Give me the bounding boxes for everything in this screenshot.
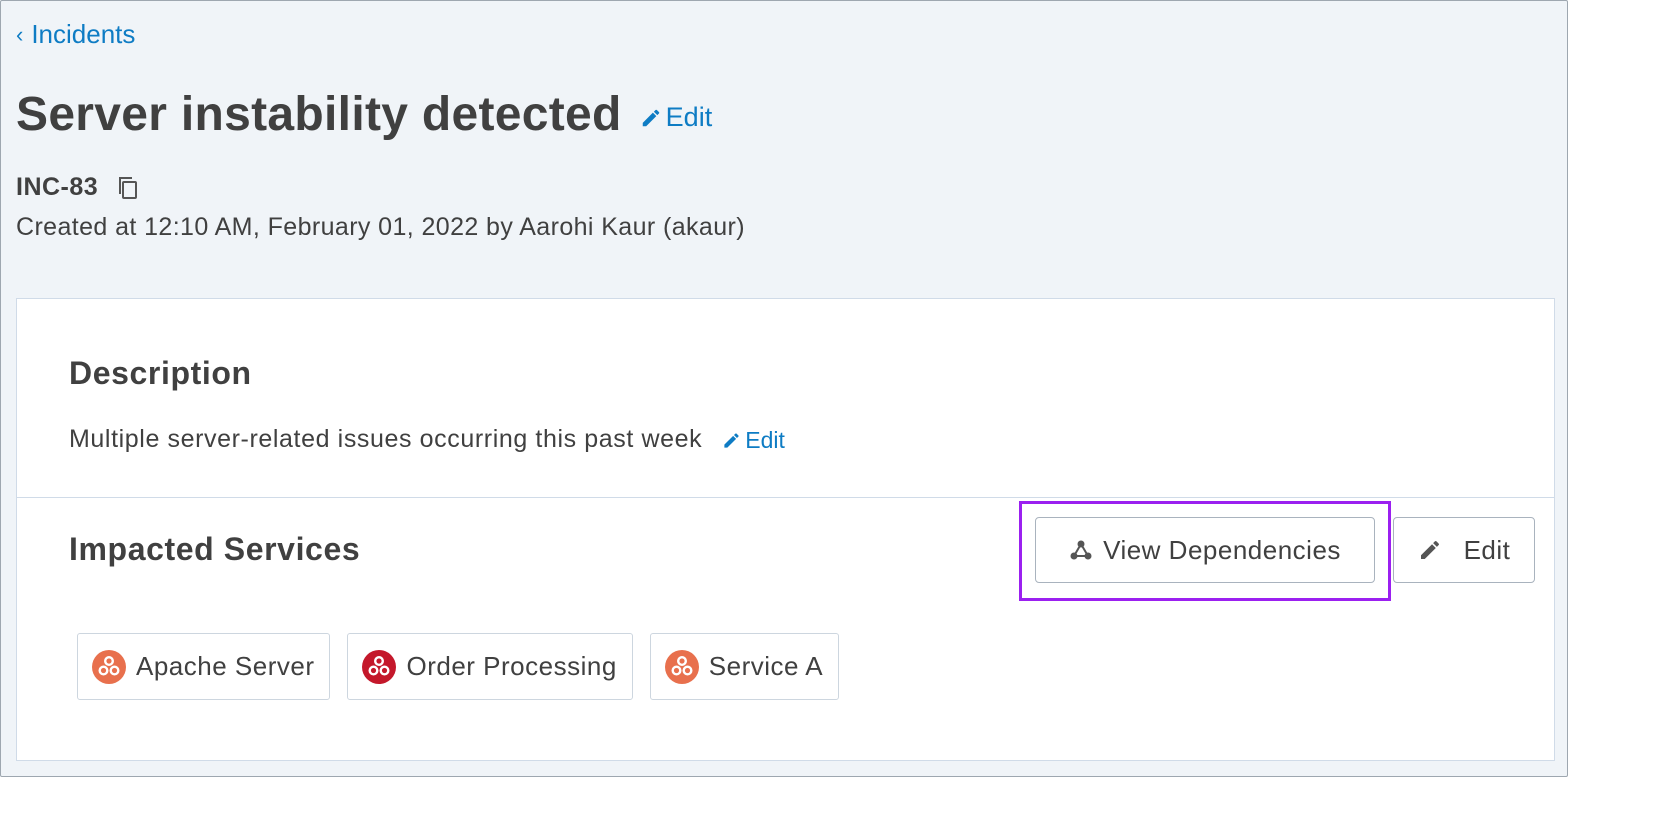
edit-title-label: Edit [665,102,713,132]
service-icon [664,649,699,684]
service-chip-service-a[interactable]: Service A [649,633,840,700]
title-row: Server instability detected Edit [16,87,712,142]
incident-id-row: INC-83 [16,173,140,202]
pencil-icon [1420,540,1439,559]
incident-page: ‹ Incidents Server instability detected … [0,0,1568,777]
service-chip-order-processing[interactable]: Order Processing [347,633,633,700]
service-name: Service A [708,651,824,681]
service-icon [362,649,397,684]
description-text: Multiple server-related issues occurring… [69,425,703,453]
page-title: Server instability detected [16,88,622,141]
edit-description-label: Edit [745,427,785,453]
chevron-left-icon: ‹ [16,21,24,47]
breadcrumb-label: Incidents [31,19,136,49]
edit-services-button[interactable]: Edit [1393,517,1535,583]
service-icon [92,649,126,684]
incident-id: INC-83 [16,173,99,201]
edit-services-label: Edit [1463,534,1511,565]
incident-details-card: Description Multiple server-related issu… [16,298,1555,761]
service-name: Apache Server [136,651,315,681]
copy-icon[interactable] [116,175,140,201]
pencil-icon [724,433,739,448]
service-name: Order Processing [406,651,617,681]
view-dependencies-label: View Dependencies [1103,534,1341,565]
edit-description-link[interactable]: Edit [722,427,785,454]
view-dependencies-button[interactable]: View Dependencies [1035,517,1375,583]
breadcrumb-incidents-link[interactable]: ‹ Incidents [16,19,135,50]
edit-title-link[interactable]: Edit [640,102,713,133]
service-chip-apache-server[interactable]: Apache Server [77,633,331,700]
impacted-services-heading: Impacted Services [69,531,361,567]
dependency-graph-icon [1070,540,1092,560]
impacted-services-list: Apache Server Order Processing Service A [77,633,840,700]
created-info: Created at 12:10 AM, February 01, 2022 b… [16,213,745,241]
section-divider [17,497,1554,498]
pencil-icon [642,109,659,126]
description-row: Multiple server-related issues occurring… [69,425,785,454]
description-heading: Description [69,355,252,391]
